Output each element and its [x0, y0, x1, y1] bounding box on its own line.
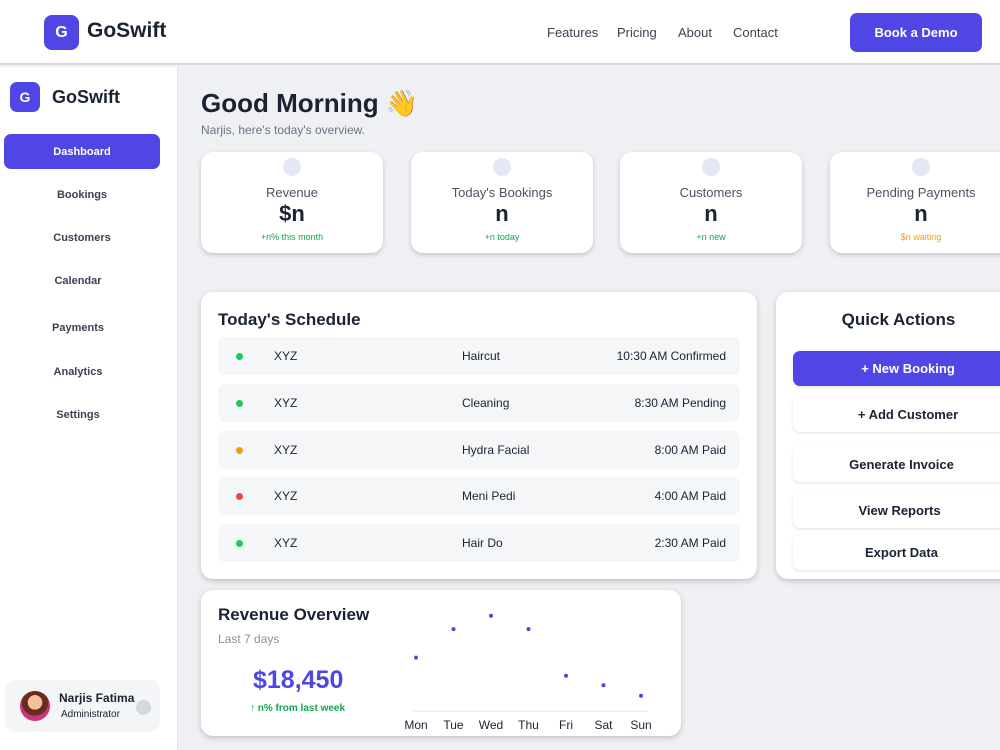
stat-value: n: [914, 201, 928, 226]
revenue-title: Revenue Overview: [218, 605, 370, 624]
sidebar-item-calendar[interactable]: Calendar: [0, 263, 156, 298]
stat-card-customers[interactable]: Customers n +n new: [620, 152, 802, 253]
service-name: Hair Do: [462, 536, 503, 550]
stat-icon: [702, 158, 720, 176]
x-tick-label: Mon: [404, 718, 427, 732]
client-name: XYZ: [274, 349, 298, 363]
client-name: XYZ: [274, 443, 298, 457]
quick-actions-title: Quick Actions: [841, 310, 956, 329]
x-tick-label: Thu: [518, 718, 539, 732]
sidebar-item-customers[interactable]: Customers: [4, 220, 160, 255]
export-data-button[interactable]: Export Data: [793, 535, 1000, 570]
chart-point-fri: [564, 673, 568, 678]
schedule-row[interactable]: XYZ Meni Pedi 4:00 AM Paid: [218, 477, 740, 515]
sidebar-item-payments[interactable]: Payments: [0, 310, 156, 345]
status-dot: [236, 493, 243, 500]
stat-icon: [912, 158, 930, 176]
stat-label: Customers: [679, 185, 743, 200]
page-title: Good Morning 👋: [201, 88, 419, 118]
add-customer-button[interactable]: + Add Customer: [793, 397, 1000, 432]
appointment-time: 8:30 AM Pending: [634, 396, 726, 410]
sidebar-logo[interactable]: G: [10, 82, 40, 112]
generate-invoice-button[interactable]: Generate Invoice: [793, 447, 1000, 482]
status-dot: [236, 447, 243, 454]
user-profile-card[interactable]: Narjis Fatima Administrator: [5, 680, 160, 732]
page-subtitle: Narjis, here's today's overview.: [201, 123, 365, 137]
revenue-chart: Mon Tue Wed Thu Fri Sat Sun: [404, 613, 651, 732]
x-tick-label: Fri: [559, 718, 573, 732]
stat-value: n: [495, 201, 509, 226]
x-tick-label: Tue: [443, 718, 464, 732]
appointment-time: 4:00 AM Paid: [654, 489, 726, 503]
stat-card-revenue[interactable]: Revenue $n +n% this month: [201, 152, 383, 253]
chart-point-sat: [601, 683, 606, 688]
sidebar-brand: GoSwift: [52, 87, 120, 107]
stat-label: Pending Payments: [866, 185, 976, 200]
revenue-overview-card: Revenue Overview Last 7 days $18,450 ↑ n…: [201, 590, 681, 736]
new-booking-button[interactable]: + New Booking: [793, 351, 1000, 386]
nav-link-features[interactable]: Features: [547, 25, 598, 40]
sidebar-item-analytics[interactable]: Analytics: [0, 354, 156, 389]
nav-link-contact[interactable]: Contact: [733, 25, 778, 40]
sidebar-item-bookings[interactable]: Bookings: [4, 177, 160, 212]
status-dot: [236, 540, 243, 547]
stat-change: $n waiting: [900, 232, 942, 242]
stat-card-bookings[interactable]: Today's Bookings n +n today: [411, 152, 593, 253]
client-name: XYZ: [274, 489, 298, 503]
revenue-change: ↑ n% from last week: [250, 703, 346, 714]
client-name: XYZ: [274, 536, 298, 550]
stat-change: +n today: [484, 232, 520, 242]
sidebar-item-dashboard[interactable]: Dashboard: [4, 134, 160, 169]
stat-change: +n new: [696, 232, 726, 242]
view-reports-button[interactable]: View Reports: [793, 493, 1000, 528]
top-navbar: G GoSwift Features Pricing About Contact…: [0, 0, 1000, 65]
chart-point-sun: [639, 693, 643, 698]
x-tick-label: Sun: [630, 718, 651, 732]
stat-value: n: [704, 201, 718, 226]
schedule-row[interactable]: XYZ Haircut 10:30 AM Confirmed: [218, 337, 740, 375]
service-name: Cleaning: [462, 396, 510, 410]
stat-card-pending-payments[interactable]: Pending Payments n $n waiting: [830, 152, 1000, 253]
schedule-card: Today's Schedule XYZ Haircut 10:30 AM Co…: [201, 292, 757, 579]
appointment-time: 8:00 AM Paid: [654, 443, 726, 457]
status-dot: [236, 353, 243, 360]
revenue-total: $18,450: [253, 666, 344, 694]
service-name: Meni Pedi: [462, 489, 516, 503]
nav-link-about[interactable]: About: [678, 25, 712, 40]
appointment-time: 10:30 AM Confirmed: [616, 349, 726, 363]
x-tick-label: Wed: [479, 718, 503, 732]
stat-icon: [493, 158, 511, 176]
stat-value: $n: [279, 201, 305, 226]
schedule-row[interactable]: XYZ Cleaning 8:30 AM Pending: [218, 384, 740, 422]
client-name: XYZ: [274, 396, 298, 410]
nav-link-pricing[interactable]: Pricing: [617, 25, 657, 40]
sidebar: G GoSwift Dashboard Bookings Customers C…: [0, 67, 178, 750]
profile-menu-toggle[interactable]: [136, 700, 151, 715]
status-dot: [236, 400, 243, 407]
profile-name: Narjis Fatima: [59, 691, 135, 705]
brand-name[interactable]: GoSwift: [87, 19, 166, 43]
service-name: Haircut: [462, 349, 501, 363]
quick-actions-card: Quick Actions + New Booking + Add Custom…: [776, 292, 1000, 579]
appointment-time: 2:30 AM Paid: [654, 536, 726, 550]
chart-point-mon: [414, 655, 418, 660]
service-name: Hydra Facial: [462, 443, 530, 457]
book-demo-button[interactable]: Book a Demo: [850, 13, 982, 52]
schedule-title: Today's Schedule: [218, 310, 361, 329]
schedule-row[interactable]: XYZ Hydra Facial 8:00 AM Paid: [218, 431, 740, 469]
stat-icon: [283, 158, 301, 176]
chart-point-tue: [451, 627, 456, 632]
schedule-row[interactable]: XYZ Hair Do 2:30 AM Paid: [218, 524, 740, 562]
brand-logo[interactable]: G: [44, 15, 79, 50]
stat-change: +n% this month: [260, 232, 324, 242]
revenue-period: Last 7 days: [218, 632, 280, 646]
stat-label: Revenue: [265, 185, 319, 200]
stat-label: Today's Bookings: [451, 185, 553, 200]
chart-point-thu: [526, 627, 531, 632]
x-tick-label: Sat: [594, 718, 613, 732]
profile-role: Administrator: [61, 709, 120, 720]
avatar: [20, 691, 50, 721]
sidebar-item-settings[interactable]: Settings: [0, 397, 156, 432]
chart-point-wed: [489, 613, 493, 618]
